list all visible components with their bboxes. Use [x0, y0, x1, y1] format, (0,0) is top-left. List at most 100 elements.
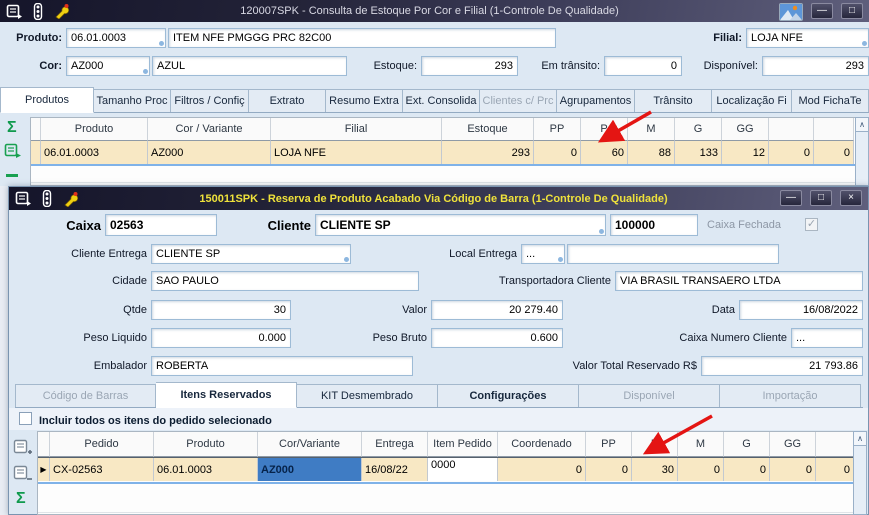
sum-icon[interactable]: Σ	[7, 120, 17, 136]
traffic-light-icon[interactable]	[41, 190, 53, 207]
valor-total-field[interactable]: 21 793.86	[701, 356, 863, 376]
remove-item-icon[interactable]	[13, 465, 33, 483]
col-g: G	[724, 432, 770, 457]
tab-tamanho-prod[interactable]: Tamanho Proc	[94, 89, 171, 112]
cliente-entrega-field[interactable]: CLIENTE SP	[151, 244, 351, 264]
em-transito-field[interactable]: 0	[604, 56, 682, 76]
export-row-icon[interactable]	[4, 143, 22, 159]
peso-bruto-field[interactable]: 0.600	[431, 328, 563, 348]
embalador-field[interactable]: ROBERTA	[151, 356, 413, 376]
tool-dash-icon[interactable]	[6, 174, 18, 177]
picture-button[interactable]	[779, 3, 803, 21]
system-menu-icon[interactable]	[15, 191, 32, 206]
tab-kit-desmembrado[interactable]: KIT Desmembrado	[297, 384, 438, 407]
cell-coordenado[interactable]: 0	[498, 458, 586, 481]
maximize-button[interactable]: □	[841, 3, 863, 19]
tab-codigo-barras[interactable]: Código de Barras	[15, 384, 156, 407]
cell-pp[interactable]: 0	[586, 458, 632, 481]
estoque-field[interactable]: 293	[421, 56, 518, 76]
tab-resumo-extra[interactable]: Resumo Extra	[326, 89, 403, 112]
scroll-up-icon[interactable]: ∧	[854, 432, 866, 446]
cell-pp[interactable]: 0	[534, 141, 581, 164]
valor-label: Valor	[377, 300, 427, 320]
tab-agrupamentos[interactable]: Agrupamentos	[557, 89, 635, 112]
tab-ext-consolida[interactable]: Ext. Consolida	[403, 89, 480, 112]
estoque-grid-scrollbar[interactable]: ∧	[855, 117, 869, 186]
titlebar-reserva[interactable]: 150011SPK - Reserva de Produto Acabado V…	[9, 187, 868, 210]
tab-configuracoes[interactable]: Configurações	[438, 384, 579, 407]
cell-extra1[interactable]: 0	[769, 141, 814, 164]
close-button[interactable]: ×	[840, 190, 862, 206]
cell-gg[interactable]: 12	[722, 141, 769, 164]
cell-g[interactable]: 133	[675, 141, 722, 164]
cell-m[interactable]: 0	[678, 458, 724, 481]
minimize-button[interactable]: —	[780, 190, 802, 206]
col-cor-variante: Cor/Variante	[258, 432, 362, 457]
filial-field[interactable]: LOJA NFE	[746, 28, 869, 48]
col-item-pedido: Item Pedido	[428, 432, 498, 457]
valor-field[interactable]: 20 279.40	[431, 300, 563, 320]
caixa-field[interactable]: 02563	[105, 214, 217, 236]
tab-produtos[interactable]: Produtos	[0, 87, 94, 113]
cidade-field[interactable]: SAO PAULO	[151, 271, 419, 291]
system-menu-icon[interactable]	[6, 4, 23, 19]
reserva-grid-scrollbar[interactable]: ∧	[853, 431, 867, 515]
local-entrega-desc-field[interactable]	[567, 244, 779, 264]
wrench-icon[interactable]	[53, 3, 71, 19]
data-field[interactable]: 16/08/2022	[739, 300, 863, 320]
cell-p[interactable]: 30	[632, 458, 678, 481]
tab-transito[interactable]: Trânsito	[635, 89, 712, 112]
disponivel-field[interactable]: 293	[762, 56, 869, 76]
traffic-light-icon[interactable]	[32, 3, 44, 20]
caixa-numero-cliente-field[interactable]: ...	[791, 328, 863, 348]
minimize-button[interactable]: —	[811, 3, 833, 19]
cliente-codigo-field[interactable]: 100000	[610, 214, 698, 236]
col-extra	[816, 432, 854, 457]
qtde-field[interactable]: 30	[151, 300, 291, 320]
cell-cor[interactable]: AZ000	[148, 141, 271, 164]
sum-icon[interactable]: Σ	[16, 491, 26, 507]
tab-localizacao[interactable]: Localização Fi	[712, 89, 792, 112]
cell-filial[interactable]: LOJA NFE	[271, 141, 442, 164]
cell-produto[interactable]: 06.01.0003	[154, 458, 258, 481]
produto-code-field[interactable]: 06.01.0003	[66, 28, 166, 48]
cell-g[interactable]: 0	[724, 458, 770, 481]
cliente-entrega-label: Cliente Entrega	[37, 244, 147, 264]
wrench-icon[interactable]	[62, 191, 80, 207]
reserva-row[interactable]: ▶ CX-02563 06.01.0003 AZ000 16/08/22 000…	[38, 457, 853, 481]
cell-item-pedido[interactable]: 0000	[428, 458, 498, 481]
tab-filtros-config[interactable]: Filtros / Confiç	[171, 89, 249, 112]
cell-m[interactable]: 88	[628, 141, 675, 164]
cell-produto[interactable]: 06.01.0003	[41, 141, 148, 164]
cell-estoque[interactable]: 293	[442, 141, 534, 164]
tab-itens-reservados[interactable]: Itens Reservados	[156, 382, 297, 408]
tab-mod-fichate[interactable]: Mod FichaTe	[792, 89, 869, 112]
cor-code-field[interactable]: AZ000	[66, 56, 150, 76]
cell-pedido[interactable]: CX-02563	[50, 458, 154, 481]
transportadora-field[interactable]: VIA BRASIL TRANSAERO LTDA	[615, 271, 863, 291]
produto-desc-field[interactable]: ITEM NFE PMGGG PRC 82C00	[168, 28, 556, 48]
cell-extra[interactable]: 0	[816, 458, 854, 481]
caixa-fechada-checkbox[interactable]: ✓	[805, 218, 818, 231]
local-entrega-field[interactable]: ...	[521, 244, 565, 264]
cell-p[interactable]: 60	[581, 141, 628, 164]
tab-extrato[interactable]: Extrato	[249, 89, 326, 112]
cell-extra2[interactable]: 0	[814, 141, 854, 164]
maximize-button[interactable]: □	[810, 190, 832, 206]
peso-liquido-field[interactable]: 0.000	[151, 328, 291, 348]
cell-entrega[interactable]: 16/08/22	[362, 458, 428, 481]
col-gg: GG	[770, 432, 816, 457]
titlebar-estoque[interactable]: 120007SPK - Consulta de Estoque Por Cor …	[0, 0, 869, 22]
cell-cor-selected[interactable]: AZ000	[258, 458, 362, 481]
estoque-row[interactable]: 06.01.0003 AZ000 LOJA NFE 293 0 60 88 13…	[31, 141, 855, 164]
cliente-field[interactable]: CLIENTE SP	[315, 214, 606, 236]
add-item-icon[interactable]	[13, 439, 33, 457]
tab-disponivel[interactable]: Disponível	[579, 384, 720, 407]
scroll-up-icon[interactable]: ∧	[856, 118, 868, 132]
cell-gg[interactable]: 0	[770, 458, 816, 481]
tab-importacao[interactable]: Importação	[720, 384, 861, 407]
data-label: Data	[691, 300, 735, 320]
cor-desc-field[interactable]: AZUL	[152, 56, 347, 76]
incluir-itens-checkbox[interactable]	[19, 412, 32, 425]
tab-clientes-prod[interactable]: Clientes c/ Prc	[480, 89, 557, 112]
